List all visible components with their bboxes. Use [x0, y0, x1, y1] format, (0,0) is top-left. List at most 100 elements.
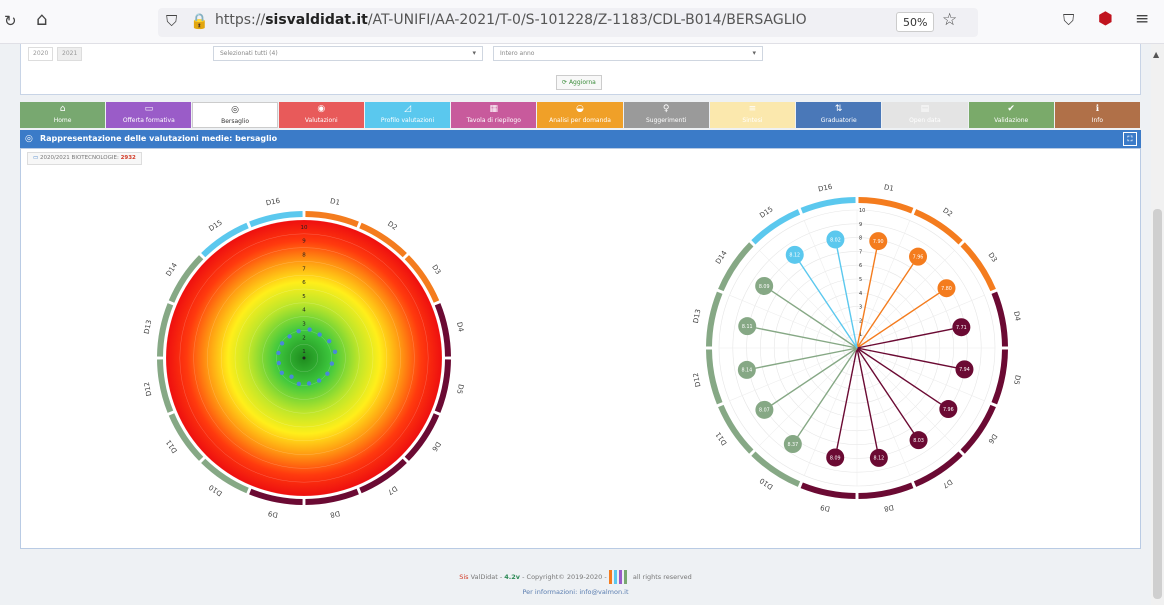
- tab-tavola-di-riepilogo[interactable]: ▦ Tavola di riepilogo: [451, 102, 537, 128]
- category-label: D6: [986, 432, 998, 445]
- category-label: D8: [883, 503, 894, 513]
- data-point: [279, 370, 285, 375]
- data-point: [307, 327, 312, 332]
- tick-label: 4: [859, 291, 862, 297]
- footer-copyright: Sis ValDidat - 4.2v - Copyright© 2019-20…: [0, 570, 1151, 584]
- category-label: D13: [143, 319, 154, 335]
- tab-label: Info: [1091, 117, 1104, 124]
- zoom-level[interactable]: 50%: [896, 12, 935, 32]
- url-text[interactable]: https://sisvaldidat.it/AT-UNIFI/AA-2021/…: [215, 12, 807, 28]
- tab-analisi-per-domanda[interactable]: ◒ Analisi per domanda: [537, 102, 623, 128]
- value-label: 7.96: [943, 407, 954, 413]
- tab-home[interactable]: ⌂ Home: [20, 102, 106, 128]
- value-label: 7.71: [956, 325, 967, 331]
- target-icon: ◎: [231, 105, 239, 115]
- data-point: [276, 360, 282, 366]
- scale-label: 10: [301, 225, 308, 231]
- tick-label: 9: [859, 222, 862, 228]
- value-label: 8.11: [742, 324, 753, 330]
- data-point: [276, 350, 281, 356]
- category-label: D13: [692, 308, 703, 324]
- category-label: D9: [820, 503, 831, 513]
- value-label: 8.02: [830, 237, 841, 243]
- footer-info[interactable]: Per informazioni: info@valmon.it: [0, 588, 1151, 596]
- tab-sintesi[interactable]: ≡ Sintesi: [709, 102, 796, 128]
- tab-label: Home: [53, 117, 72, 124]
- category-arc: [858, 482, 914, 499]
- shield-icon[interactable]: ⛉: [166, 11, 177, 31]
- tab-valutazioni[interactable]: ◉ Valutazioni: [278, 102, 364, 128]
- tab-bersaglio[interactable]: ◎ Bersaglio: [192, 102, 278, 128]
- tab-suggerimenti[interactable]: ♀ Suggerimenti: [623, 102, 709, 128]
- category-arc: [991, 349, 1008, 405]
- area-chart-icon: ◿: [404, 104, 411, 114]
- value-label: 7.96: [913, 254, 924, 260]
- fullscreen-icon[interactable]: ⛶: [1123, 132, 1137, 146]
- tab-label: Profilo valutazioni: [380, 117, 435, 124]
- category-label: D3: [986, 251, 998, 264]
- category-label: D12: [692, 372, 703, 388]
- category-label: D10: [758, 476, 774, 491]
- tab-validazione[interactable]: ✔ Validazione: [968, 102, 1054, 128]
- value-label: 7.94: [959, 367, 970, 373]
- course-select[interactable]: Selezionati tutti (4) ▾: [213, 46, 483, 61]
- scroll-up-icon[interactable]: ▲: [1153, 50, 1159, 59]
- tab-info[interactable]: ℹ Info: [1054, 102, 1140, 128]
- grid-spoke: [759, 347, 858, 446]
- refresh-button[interactable]: ⟳ Aggiorna: [556, 75, 602, 90]
- home-icon[interactable]: ⌂: [36, 10, 47, 30]
- browser-toolbar: ↻ ⌂ ⛉ 🔒 https://sisvaldidat.it/AT-UNIFI/…: [0, 0, 1164, 44]
- bookmark-star-icon[interactable]: ☆: [942, 10, 957, 30]
- chevron-down-icon: ▾: [752, 49, 756, 57]
- reload-icon[interactable]: ↻: [4, 11, 17, 31]
- category-label: D3: [430, 263, 442, 276]
- text-icon: ≡: [748, 104, 757, 114]
- category-label: D1: [329, 197, 340, 207]
- ublock-icon[interactable]: ⬢: [1098, 9, 1113, 29]
- category-label: D15: [758, 205, 774, 220]
- version: 4.2v: [504, 573, 521, 581]
- category-label: D5: [455, 383, 465, 394]
- category-label: D5: [1012, 374, 1022, 385]
- tab-profilo-valutazioni[interactable]: ◿ Profilo valutazioni: [364, 102, 451, 128]
- data-point: [327, 338, 332, 344]
- scale-label: 9: [302, 239, 306, 245]
- category-label: D16: [817, 183, 833, 194]
- category-label: D9: [267, 509, 278, 519]
- category-label: D16: [265, 197, 281, 208]
- category-arc: [991, 291, 1008, 347]
- scale-label: 8: [302, 253, 306, 259]
- category-label: D15: [207, 218, 223, 233]
- data-point: [287, 334, 292, 339]
- tab-open-data[interactable]: ▤ Open data: [882, 102, 968, 128]
- category-arc: [800, 197, 856, 214]
- brand-sis: Sis: [459, 573, 469, 581]
- scale-label: 4: [302, 308, 306, 314]
- category-arc: [706, 291, 723, 347]
- category-label: D10: [207, 483, 223, 498]
- menu-icon[interactable]: ≡: [1135, 9, 1149, 29]
- data-point: [332, 349, 338, 355]
- lightbulb-icon: ♀: [662, 104, 670, 114]
- refresh-label: Aggiorna: [568, 79, 596, 86]
- scrollbar[interactable]: ▲: [1151, 44, 1164, 605]
- tab-graduatorie[interactable]: ⇅ Graduatorie: [796, 102, 882, 128]
- home-icon: ⌂: [59, 104, 66, 114]
- scale-label: 7: [302, 266, 306, 272]
- year-from-field[interactable]: 2020: [28, 47, 54, 61]
- pocket-icon[interactable]: ⛉: [1063, 10, 1074, 30]
- tab-offerta-formativa[interactable]: ▭ Offerta formativa: [106, 102, 192, 128]
- panel-header: ◎ Rappresentazione delle valutazioni med…: [20, 130, 1141, 148]
- tab-label: Validazione: [994, 117, 1029, 124]
- data-point: [316, 378, 322, 383]
- period-select[interactable]: Intero anno ▾: [493, 46, 763, 61]
- value-label: 8.07: [759, 408, 770, 414]
- scrollbar-thumb[interactable]: [1153, 209, 1162, 599]
- table-icon: ▦: [489, 104, 498, 114]
- chat-icon: ▭: [144, 104, 154, 114]
- category-arc: [718, 242, 754, 292]
- tab-label: Tavola di riepilogo: [466, 117, 521, 124]
- panel-body: ▭ 2020/2021 BIOTECNOLOGIE: 2932 D1 D2 D3 D4…: [20, 148, 1141, 549]
- year-to-field[interactable]: 2021: [57, 47, 83, 61]
- value-label: 8.37: [787, 442, 798, 448]
